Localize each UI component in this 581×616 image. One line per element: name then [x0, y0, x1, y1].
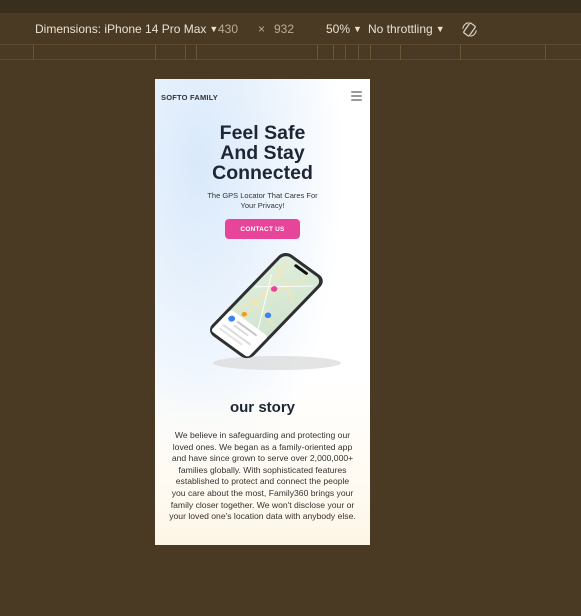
ruler-tick — [317, 45, 318, 60]
media-query-ruler — [0, 45, 581, 60]
ruler-tick — [400, 45, 401, 60]
our-story-paragraph: We believe in safeguarding and protectin… — [169, 430, 356, 522]
throttling-select-label: No throttling — [368, 22, 433, 36]
hamburger-menu-icon[interactable] — [351, 91, 362, 101]
ruler-tick — [196, 45, 197, 60]
zoom-select-label: 50% — [326, 22, 351, 36]
hero-subtitle: The GPS Locator That Cares For Your Priv… — [207, 191, 318, 210]
site-navbar: SOFTO FAMILY — [155, 79, 370, 115]
height-input[interactable]: 932 — [274, 22, 294, 36]
ruler-tick — [155, 45, 156, 60]
ruler-tick — [370, 45, 371, 60]
device-viewport[interactable]: SOFTO FAMILY Feel Safe And Stay Connecte… — [155, 79, 370, 545]
ruler-tick — [333, 45, 334, 60]
chevron-down-icon: ▼ — [435, 24, 445, 34]
rotate-icon[interactable] — [461, 21, 478, 38]
ruler-tick — [33, 45, 34, 60]
hero-title: Feel Safe And Stay Connected — [155, 123, 370, 183]
device-select-label: Dimensions: iPhone 14 Pro Max — [35, 22, 207, 36]
phone-mockup-image — [210, 253, 341, 370]
brand-logo[interactable]: SOFTO FAMILY — [161, 93, 218, 102]
chevron-down-icon: ▼ — [209, 24, 219, 34]
throttling-select[interactable]: No throttling ▼ — [368, 22, 445, 36]
hero-title-line: And Stay — [220, 142, 305, 164]
ruler-tick — [358, 45, 359, 60]
device-select[interactable]: Dimensions: iPhone 14 Pro Max ▼ — [35, 22, 218, 36]
device-toolbar: Dimensions: iPhone 14 Pro Max ▼ 430 × 93… — [0, 13, 581, 45]
ruler-tick — [460, 45, 461, 60]
width-input[interactable]: 430 — [218, 22, 238, 36]
hero-title-line: Feel Safe — [219, 122, 306, 144]
ruler-tick — [345, 45, 346, 60]
devtools-top-strip — [0, 0, 581, 13]
ruler-tick — [545, 45, 546, 60]
chevron-down-icon: ▼ — [353, 24, 362, 34]
zoom-select[interactable]: 50% ▼ — [326, 22, 362, 36]
dimension-separator: × — [258, 22, 266, 36]
our-story-heading: our story — [229, 399, 295, 416]
hero-title-line: Connected — [212, 162, 313, 184]
contact-us-button[interactable]: CONTACT US — [225, 219, 300, 239]
ruler-tick — [185, 45, 186, 60]
